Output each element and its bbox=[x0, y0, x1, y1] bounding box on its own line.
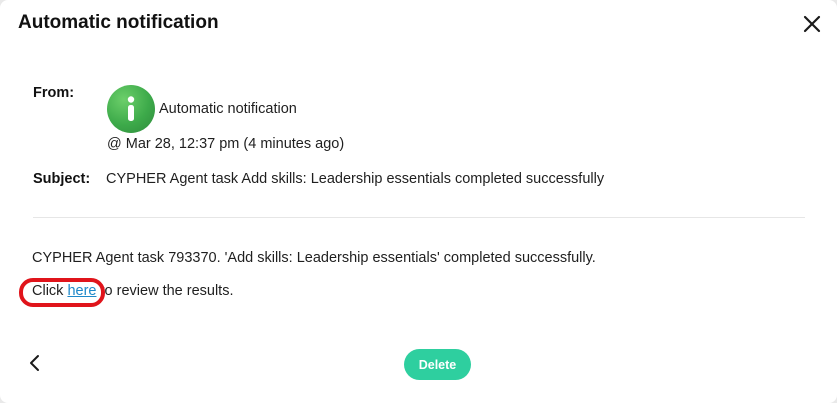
sender-avatar bbox=[107, 85, 155, 133]
click-suffix: to review the results. bbox=[96, 283, 234, 299]
subject-text: CYPHER Agent task Add skills: Leadership… bbox=[106, 171, 605, 187]
back-button[interactable] bbox=[26, 352, 46, 374]
chevron-left-icon bbox=[30, 355, 39, 371]
from-label: From: bbox=[33, 85, 75, 101]
delete-button[interactable]: Delete bbox=[404, 349, 471, 380]
close-button[interactable] bbox=[800, 12, 824, 36]
sender-name: Automatic notification bbox=[159, 101, 297, 117]
close-icon bbox=[803, 15, 821, 33]
message-body-line: CYPHER Agent task 793370. 'Add skills: L… bbox=[32, 250, 596, 266]
divider bbox=[33, 217, 805, 218]
message-timestamp: @ Mar 28, 12:37 pm (4 minutes ago) bbox=[107, 136, 345, 152]
subject-label: Subject: bbox=[33, 171, 91, 187]
info-icon bbox=[127, 96, 135, 121]
modal-title: Automatic notification bbox=[18, 12, 219, 33]
click-prefix: Click bbox=[32, 283, 68, 299]
here-link[interactable]: here bbox=[67, 283, 96, 299]
review-results-line: Click here to review the results. bbox=[32, 283, 233, 299]
notification-modal: Automatic notification From: Automatic n… bbox=[0, 0, 837, 403]
